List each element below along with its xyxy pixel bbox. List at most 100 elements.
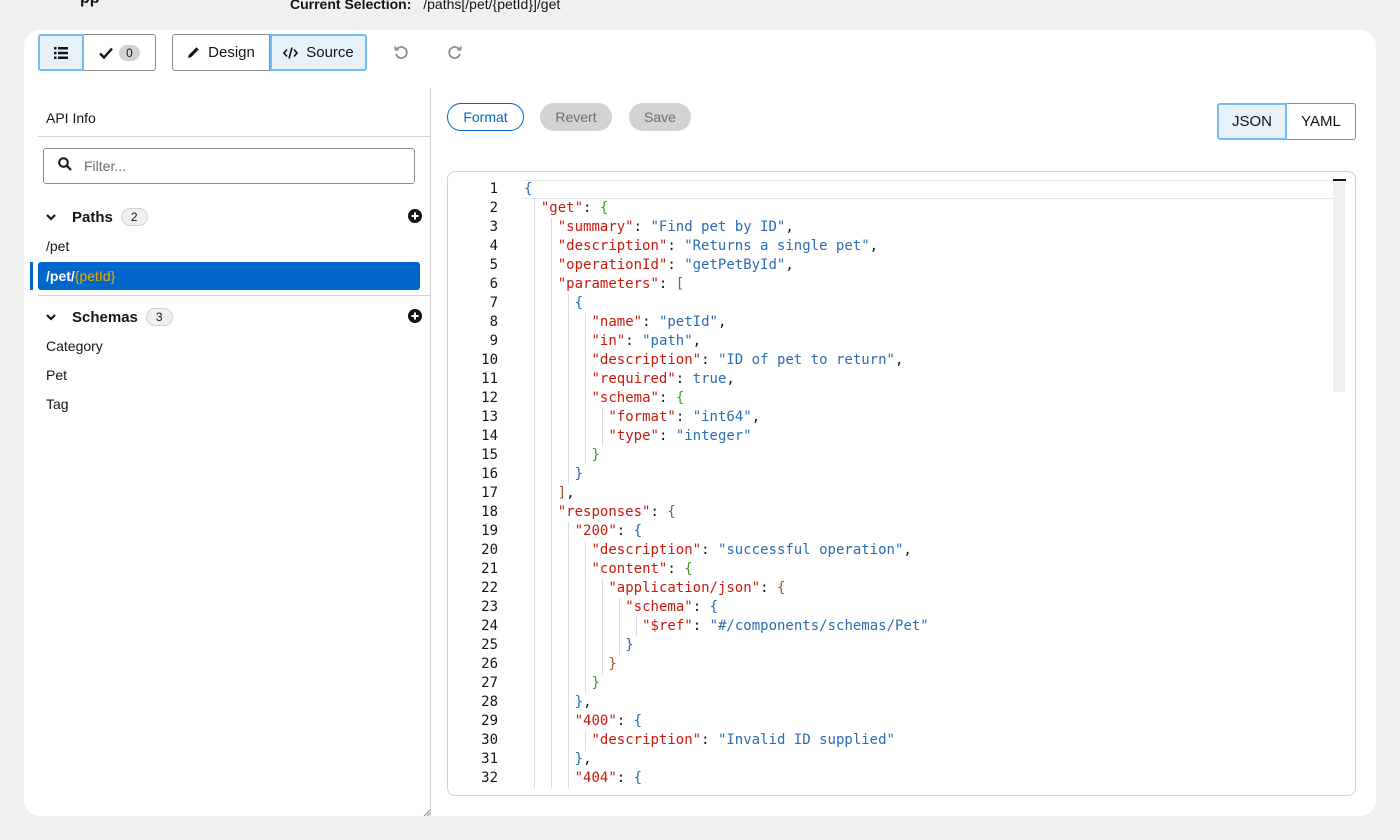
code-text: "400": {: [574, 713, 643, 729]
line-number: 30: [481, 732, 498, 748]
code-text: "get": {: [540, 200, 609, 216]
code-editor[interactable]: 1 2 3 4 5 6 7 8 9 10 11 12 13 14 15 16 17 18 19 20 21 22 23 24 2…: [447, 171, 1356, 796]
line-number: 24: [481, 618, 498, 634]
line-number: 8: [489, 314, 498, 330]
code-line: "application/json": {: [524, 579, 929, 598]
code-text: }: [625, 637, 634, 653]
paths-section-header[interactable]: Paths 2: [46, 207, 422, 227]
current-selection-value: /paths[/pet/{petId}]/get: [423, 0, 561, 12]
line-number: 32: [481, 770, 498, 786]
line-number: 7: [489, 295, 498, 311]
line-number: 10: [481, 352, 498, 368]
current-selection-label: Current Selection:: [290, 0, 412, 12]
format-button[interactable]: Format: [447, 103, 524, 131]
code-line: }: [524, 446, 929, 465]
code-text: "description": "Returns a single pet",: [557, 238, 879, 254]
code-line: "type": "integer": [524, 427, 929, 446]
schemas-count-badge: 3: [145, 308, 173, 326]
code-text: "format": "int64",: [608, 409, 761, 425]
code-line: "responses": {: [524, 503, 929, 522]
sidebar: API Info Paths 2 /pet /pet/{petId}: [30, 88, 430, 816]
code-line: },: [524, 750, 929, 769]
undo-icon[interactable]: [391, 42, 411, 62]
design-label: Design: [208, 44, 255, 61]
code-text: "required": true,: [591, 371, 735, 387]
line-number: 23: [481, 599, 498, 615]
code-line: {: [524, 294, 929, 313]
validation-button[interactable]: 0: [84, 34, 156, 71]
line-number: 22: [481, 580, 498, 596]
code-line: "name": "petId",: [524, 313, 929, 332]
api-info-link[interactable]: API Info: [46, 110, 96, 126]
code-text: "parameters": [: [557, 276, 685, 292]
divider: [38, 136, 430, 137]
code-line: "description": "Invalid ID supplied": [524, 731, 929, 750]
add-path-icon[interactable]: [408, 209, 422, 223]
code-text: "content": {: [591, 561, 693, 577]
path-param: {petId}: [74, 268, 116, 284]
schemas-section-header[interactable]: Schemas 3: [46, 307, 422, 327]
yaml-button[interactable]: YAML: [1287, 103, 1356, 140]
code-line: "summary": "Find pet by ID",: [524, 218, 929, 237]
code-line: "description": "ID of pet to return",: [524, 351, 929, 370]
resize-grip-icon[interactable]: [423, 804, 431, 817]
schema-item-pet[interactable]: Pet: [46, 367, 67, 383]
list-view-button[interactable]: [38, 34, 84, 71]
redo-icon[interactable]: [445, 42, 465, 62]
code-line: {: [524, 180, 929, 199]
code-line: }: [524, 655, 929, 674]
save-button[interactable]: Save: [629, 103, 691, 131]
code-line: }: [524, 465, 929, 484]
code-content[interactable]: { "get": { "summary": "Find pet by ID", …: [524, 180, 929, 788]
schema-item-tag[interactable]: Tag: [46, 396, 69, 412]
line-number: 5: [489, 257, 498, 273]
code-text: "description": "successful operation",: [591, 542, 912, 558]
chevron-down-icon: [46, 213, 58, 221]
code-text: "200": {: [574, 523, 643, 539]
code-text: "summary": "Find pet by ID",: [557, 219, 794, 235]
revert-button[interactable]: Revert: [540, 103, 612, 131]
code-line: "content": {: [524, 560, 929, 579]
line-number: 18: [481, 504, 498, 520]
code-line: "400": {: [524, 712, 929, 731]
code-line: "description": "successful operation",: [524, 541, 929, 560]
line-number: 19: [481, 523, 498, 539]
search-icon: [58, 156, 72, 176]
code-text: "application/json": {: [608, 580, 786, 596]
code-text: "schema": {: [591, 390, 685, 406]
mode-toggle-group: Design Source: [172, 34, 367, 71]
line-number: 15: [481, 447, 498, 463]
code-line: }: [524, 636, 929, 655]
add-schema-icon[interactable]: [408, 309, 422, 323]
format-toggle-group: JSON YAML: [1217, 103, 1356, 140]
code-text: }: [608, 656, 617, 672]
code-text: "responses": {: [557, 504, 676, 520]
line-number: 3: [489, 219, 498, 235]
paths-title: Paths: [72, 208, 113, 226]
code-text: "description": "ID of pet to return",: [591, 352, 904, 368]
path-item[interactable]: /pet: [46, 238, 69, 254]
code-text: ],: [557, 485, 575, 501]
sidebar-divider[interactable]: [430, 88, 431, 816]
schema-item-category[interactable]: Category: [46, 338, 103, 354]
code-text: "operationId": "getPetById",: [557, 257, 794, 273]
json-button[interactable]: JSON: [1217, 103, 1287, 140]
code-text: "404": {: [574, 770, 643, 786]
selection-marker: [30, 262, 33, 290]
list-icon: [54, 46, 68, 59]
code-line: "404": {: [524, 769, 929, 788]
source-button[interactable]: Source: [270, 34, 367, 71]
code-line: "parameters": [: [524, 275, 929, 294]
filter-field[interactable]: [43, 148, 415, 184]
code-text: {: [524, 181, 533, 197]
code-line: ],: [524, 484, 929, 503]
line-number: 14: [481, 428, 498, 444]
code-text: "schema": {: [625, 599, 718, 615]
chevron-down-icon: [46, 313, 58, 321]
pencil-icon: [187, 46, 200, 59]
vertical-scrollbar[interactable]: [1333, 180, 1345, 392]
path-item-selected[interactable]: /pet/{petId}: [38, 262, 420, 290]
schemas-title: Schemas: [72, 308, 138, 326]
filter-input[interactable]: [84, 158, 384, 174]
design-button[interactable]: Design: [172, 34, 270, 71]
